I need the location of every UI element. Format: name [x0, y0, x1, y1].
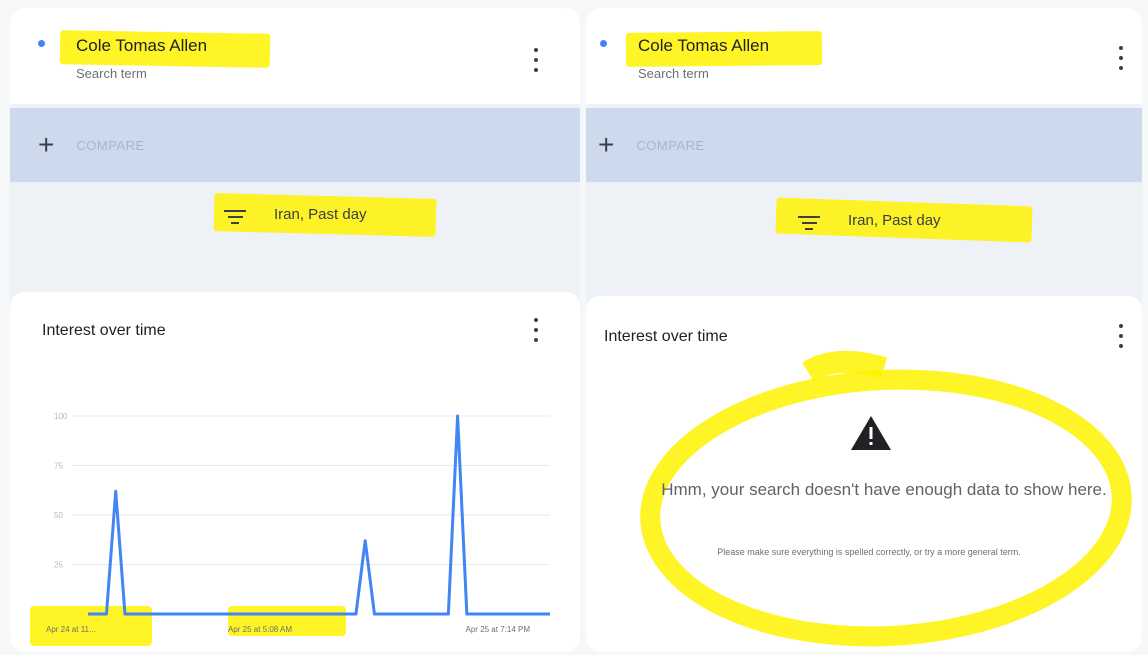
plus-icon: + [38, 129, 55, 160]
filter-label: Iran, Past day [848, 212, 941, 229]
more-options-icon[interactable] [529, 48, 543, 72]
right-panel: Cole Tomas Allen Search term + COMPARE I… [586, 8, 1142, 652]
interest-over-time-card: Interest over time 100 75 50 25 Apr 24 at 11… [10, 292, 580, 652]
more-options-icon[interactable] [1114, 46, 1128, 70]
warning-icon [851, 416, 891, 450]
x-tick-label: Apr 25 at 7:14 PM [466, 625, 531, 634]
search-term-subtitle: Search term [76, 66, 147, 81]
filter-chip[interactable]: Iran, Past day [586, 197, 1142, 243]
filter-label: Iran, Past day [274, 206, 367, 223]
search-term-subtitle: Search term [638, 66, 709, 81]
y-tick-label: 50 [54, 511, 63, 520]
filter-icon [224, 210, 246, 224]
no-data-hint: Please make sure everything is spelled c… [717, 547, 1021, 557]
plus-icon: + [598, 129, 615, 160]
no-data-message: Hmm, your search doesn't have enough dat… [661, 480, 1107, 499]
y-tick-label: 25 [54, 561, 63, 570]
compare-button[interactable]: + COMPARE [586, 108, 1142, 182]
search-term-card: Cole Tomas Allen Search term [586, 8, 1142, 104]
series-color-dot [600, 40, 607, 47]
y-tick-label: 75 [54, 462, 63, 471]
x-tick-label: Apr 25 at 5:08 AM [228, 625, 292, 634]
search-term-title[interactable]: Cole Tomas Allen [76, 36, 207, 56]
filter-icon [798, 216, 820, 230]
interest-chart: 100 75 50 25 Apr 24 at 11... Apr 25 at 5:08 A… [30, 412, 550, 646]
search-term-title[interactable]: Cole Tomas Allen [638, 36, 769, 56]
compare-label: COMPARE [636, 137, 705, 153]
search-term-card: Cole Tomas Allen Search term [10, 8, 580, 104]
interest-over-time-card: Interest over time Hmm, your search does… [586, 296, 1142, 652]
series-color-dot [38, 40, 45, 47]
y-tick-label: 100 [54, 412, 68, 421]
compare-label: COMPARE [76, 137, 145, 153]
left-panel: Cole Tomas Allen Search term + COMPARE I… [10, 8, 580, 652]
filter-chip[interactable]: Iran, Past day [10, 193, 580, 237]
compare-button[interactable]: + COMPARE [10, 108, 580, 182]
x-tick-label: Apr 24 at 11... [46, 625, 96, 634]
